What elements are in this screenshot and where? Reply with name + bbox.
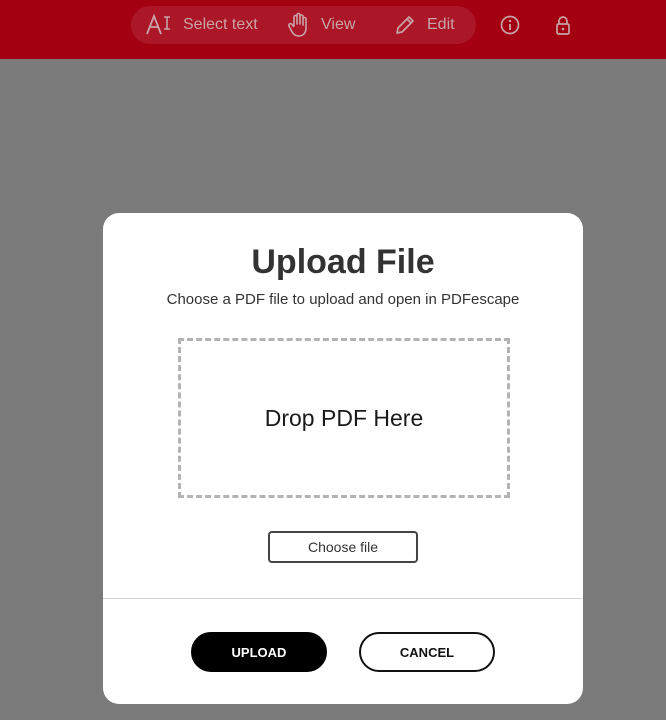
- text-cursor-icon: [145, 13, 173, 37]
- dialog-subtitle: Choose a PDF file to upload and open in …: [166, 291, 520, 308]
- dialog-divider: [103, 598, 583, 599]
- lock-icon[interactable]: [552, 14, 574, 36]
- select-text-label: Select text: [183, 16, 258, 33]
- dialog-title: Upload File: [251, 243, 435, 281]
- select-text-tool[interactable]: Select text: [145, 6, 258, 44]
- view-tool[interactable]: View: [287, 6, 355, 44]
- dropzone-label: Drop PDF Here: [264, 404, 424, 431]
- edit-label: Edit: [427, 16, 455, 33]
- top-toolbar: Select text View Edit: [0, 0, 666, 59]
- pencil-icon: [393, 13, 417, 37]
- tool-mode-group: Select text View Edit: [131, 6, 476, 44]
- upload-button[interactable]: UPLOAD: [191, 632, 327, 672]
- view-label: View: [321, 16, 356, 33]
- upload-file-dialog: Upload File Choose a PDF file to upload …: [103, 213, 583, 704]
- pdf-dropzone[interactable]: Drop PDF Here: [178, 338, 510, 498]
- hand-icon: [287, 12, 311, 38]
- edit-tool[interactable]: Edit: [393, 6, 455, 44]
- choose-file-button[interactable]: Choose file: [268, 531, 418, 563]
- info-icon[interactable]: [499, 14, 521, 36]
- cancel-button[interactable]: CANCEL: [359, 632, 495, 672]
